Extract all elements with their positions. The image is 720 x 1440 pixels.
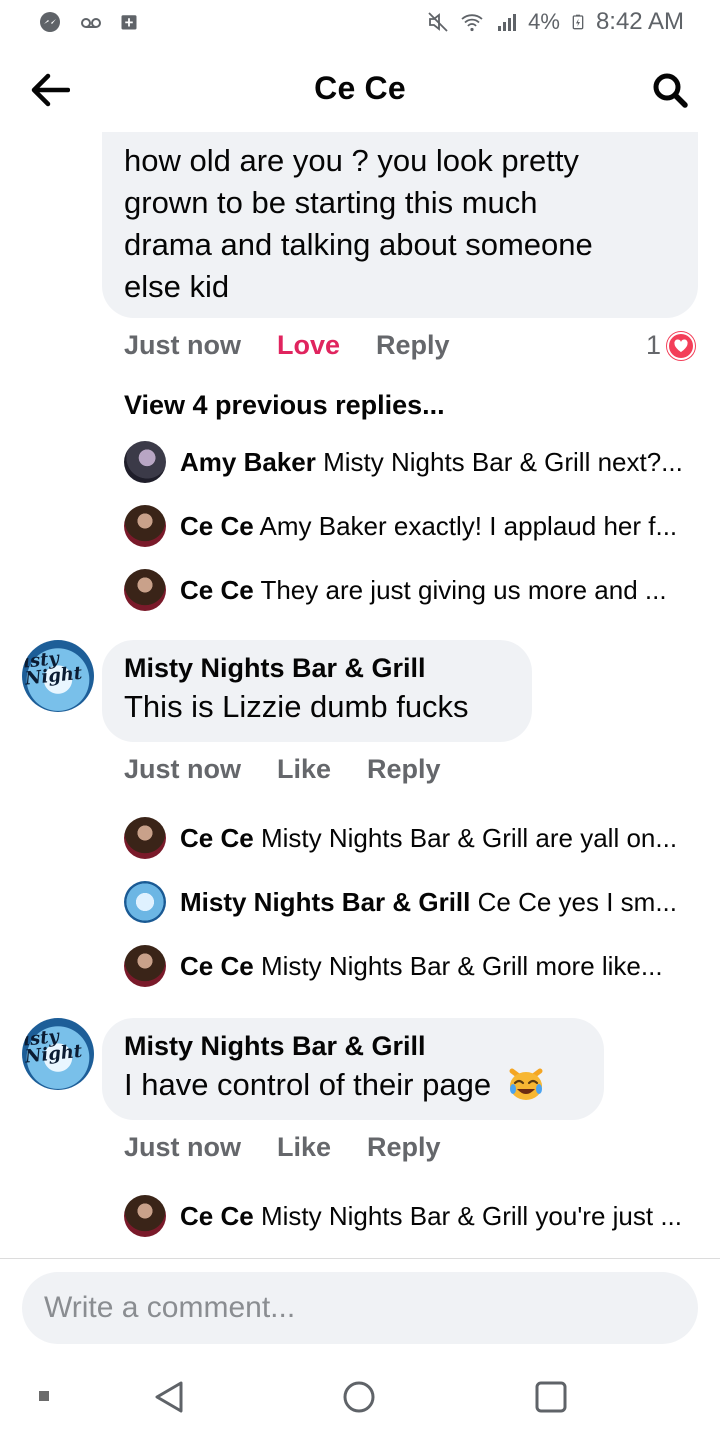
comment-bubble[interactable]: how old are you ? you look pretty grown … — [102, 132, 698, 318]
reply-button[interactable]: Reply — [367, 1132, 441, 1163]
divider — [0, 1258, 720, 1259]
reply-preview[interactable]: Ce Ce Misty Nights Bar & Grill are yall … — [124, 816, 704, 860]
reply-button[interactable]: Reply — [376, 330, 450, 361]
reply-author[interactable]: Ce Ce — [180, 1201, 254, 1231]
avatar[interactable] — [124, 817, 166, 859]
comment-bubble[interactable]: Misty Nights Bar & Grill This is Lizzie … — [102, 640, 532, 742]
comment-author[interactable]: Misty Nights Bar & Grill — [124, 650, 510, 686]
reply-text: Amy Baker exactly! I applaud her f... — [259, 510, 678, 541]
reaction-count-number: 1 — [646, 330, 662, 360]
signal-icon — [498, 14, 517, 31]
comment-text-content: I have control of their page — [124, 1067, 492, 1102]
love-button[interactable]: Love — [277, 330, 340, 361]
reply-text: Misty Nights Bar & Grill are yall on... — [260, 822, 678, 853]
overview-nav-icon[interactable] — [534, 1380, 568, 1414]
status-right: 4% 8:42 AM — [426, 8, 684, 36]
comment-text-line: drama and talking about someone — [124, 227, 593, 262]
comment-actions: Just now Like Reply — [124, 1132, 477, 1163]
reply-author[interactable]: Ce Ce — [180, 511, 254, 541]
comment-actions: Just now Like Reply — [124, 754, 477, 785]
reply-preview[interactable]: Ce Ce They are just giving us more and .… — [124, 568, 704, 612]
comment-actions: Just now Love Reply — [124, 330, 486, 361]
reply-text: Ce Ce yes I sm... — [477, 886, 678, 917]
comment-text-line: else kid — [124, 269, 230, 304]
reply-text: Misty Nights Bar & Grill next?... — [323, 446, 683, 477]
page-logo-text: isty Night — [22, 1026, 84, 1068]
comment-time: Just now — [124, 330, 242, 360]
view-previous-replies[interactable]: View 4 previous replies... — [124, 390, 445, 421]
recents-dot-icon[interactable] — [38, 1390, 50, 1402]
battery-icon — [572, 14, 584, 30]
avatar[interactable] — [124, 569, 166, 611]
status-bar: 4% 8:42 AM — [0, 0, 720, 44]
page-avatar[interactable]: isty Night — [22, 1018, 94, 1090]
avatar[interactable] — [124, 881, 166, 923]
reaction-count[interactable]: 1 — [646, 330, 696, 361]
reply-author[interactable]: Ce Ce — [180, 823, 254, 853]
laughing-cat-emoji-icon — [509, 1068, 543, 1100]
heart-icon — [667, 331, 696, 360]
messenger-icon — [40, 12, 60, 32]
comment-text-line: grown to be starting this much — [124, 185, 538, 220]
reply-author[interactable]: Amy Baker — [180, 447, 316, 477]
back-nav-icon[interactable] — [152, 1380, 186, 1414]
reply-author[interactable]: Misty Nights Bar & Grill — [180, 887, 470, 917]
reply-author[interactable]: Ce Ce — [180, 575, 254, 605]
like-button[interactable]: Like — [277, 1132, 331, 1163]
comment-input-placeholder: Write a comment... — [44, 1291, 296, 1324]
reply-text: Misty Nights Bar & Grill you're just ... — [260, 1200, 683, 1231]
search-icon — [653, 73, 688, 108]
comment-bubble[interactable]: Misty Nights Bar & Grill I have control … — [102, 1018, 604, 1120]
plus-box-icon — [121, 15, 137, 30]
reply-author[interactable]: Ce Ce — [180, 951, 254, 981]
comment-text: This is Lizzie dumb fucks — [124, 689, 469, 724]
comment-time: Just now — [124, 1132, 242, 1162]
reply-preview[interactable]: Ce Ce Misty Nights Bar & Grill more like… — [124, 944, 704, 988]
page-title: Ce Ce — [314, 70, 406, 106]
page-logo-text: isty Night — [22, 648, 84, 690]
comment-text-line: how old are you ? you look pretty — [124, 143, 579, 178]
header: Ce Ce — [0, 44, 720, 132]
comment-input[interactable]: Write a comment... — [22, 1272, 698, 1344]
wifi-icon — [461, 14, 483, 32]
status-left-icons — [38, 10, 138, 34]
like-button[interactable]: Like — [277, 754, 331, 785]
reply-text: Misty Nights Bar & Grill more like... — [260, 950, 663, 981]
clock: 8:42 AM — [595, 8, 684, 35]
avatar[interactable] — [124, 945, 166, 987]
avatar[interactable] — [124, 441, 166, 483]
battery-percent: 4% — [528, 9, 560, 34]
home-nav-icon[interactable] — [342, 1380, 376, 1414]
reply-preview[interactable]: Ce Ce Amy Baker exactly! I applaud her f… — [124, 504, 704, 548]
comment-author[interactable]: Misty Nights Bar & Grill — [124, 1028, 582, 1064]
search-button[interactable] — [648, 68, 692, 112]
comment-time: Just now — [124, 754, 242, 784]
reply-button[interactable]: Reply — [367, 754, 441, 785]
mute-icon — [428, 12, 448, 32]
reply-preview[interactable]: Amy Baker Misty Nights Bar & Grill next?… — [124, 440, 704, 484]
reply-text: They are just giving us more and ... — [260, 574, 667, 605]
reply-preview[interactable]: Misty Nights Bar & Grill Ce Ce yes I sm.… — [124, 880, 704, 924]
page-avatar[interactable]: isty Night — [22, 640, 94, 712]
avatar[interactable] — [124, 1195, 166, 1237]
system-nav-bar — [0, 1352, 720, 1440]
comment-text: I have control of their page — [124, 1064, 582, 1106]
voicemail-icon — [81, 18, 101, 28]
avatar[interactable] — [124, 505, 166, 547]
reply-preview[interactable]: Ce Ce Misty Nights Bar & Grill you're ju… — [124, 1194, 704, 1238]
comments-feed[interactable]: how old are you ? you look pretty grown … — [0, 132, 720, 1258]
